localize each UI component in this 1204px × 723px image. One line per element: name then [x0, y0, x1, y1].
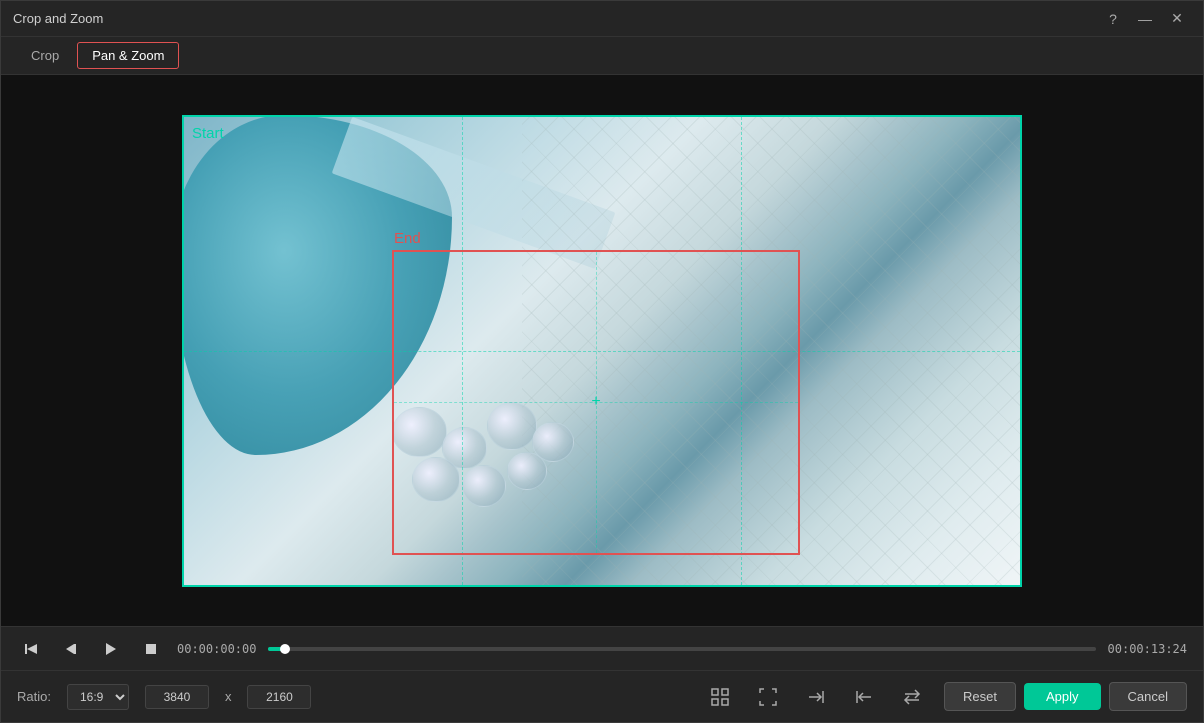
- droplet-1: [392, 407, 447, 457]
- swap-button[interactable]: [896, 681, 928, 713]
- step-back-button[interactable]: [17, 635, 45, 663]
- title-bar: Crop and Zoom ? — ✕: [1, 1, 1203, 37]
- droplet-7: [507, 452, 547, 490]
- droplets-visual: [382, 347, 682, 527]
- time-current: 00:00:00:00: [177, 642, 256, 656]
- action-buttons: Reset Apply Cancel: [944, 682, 1187, 711]
- play-button[interactable]: [97, 635, 125, 663]
- dimension-separator: x: [225, 689, 232, 704]
- video-canvas: Start End +: [182, 115, 1022, 587]
- bottom-bar: Ratio: 16:9 4:3 1:1 x: [1, 670, 1203, 722]
- height-input[interactable]: [247, 685, 311, 709]
- droplet-5: [412, 457, 460, 502]
- ratio-select[interactable]: 16:9 4:3 1:1: [67, 684, 129, 710]
- minimize-button[interactable]: —: [1131, 5, 1159, 33]
- fit-screen-button[interactable]: [704, 681, 736, 713]
- help-button[interactable]: ?: [1099, 5, 1127, 33]
- apply-button[interactable]: Apply: [1024, 683, 1101, 710]
- arrow-left-button[interactable]: [848, 681, 880, 713]
- controls-bar: 00:00:00:00 00:00:13:24: [1, 626, 1203, 670]
- droplet-3: [487, 402, 537, 450]
- width-input[interactable]: [145, 685, 209, 709]
- crop-and-zoom-window: Crop and Zoom ? — ✕ Crop Pan & Zoom: [0, 0, 1204, 723]
- stop-button[interactable]: [137, 635, 165, 663]
- fullscreen-button[interactable]: [752, 681, 784, 713]
- reset-button[interactable]: Reset: [944, 682, 1016, 711]
- tab-crop[interactable]: Crop: [17, 43, 73, 68]
- arrow-right-button[interactable]: [800, 681, 832, 713]
- cancel-button[interactable]: Cancel: [1109, 682, 1187, 711]
- title-bar-left: Crop and Zoom: [13, 11, 103, 26]
- title-bar-right: ? — ✕: [1099, 5, 1191, 33]
- progress-bar[interactable]: [268, 647, 1095, 651]
- frame-back-button[interactable]: [57, 635, 85, 663]
- window-title: Crop and Zoom: [13, 11, 103, 26]
- ratio-label: Ratio:: [17, 689, 51, 704]
- tab-pan-zoom[interactable]: Pan & Zoom: [77, 42, 179, 69]
- droplet-6: [462, 465, 506, 507]
- time-total: 00:00:13:24: [1108, 642, 1187, 656]
- progress-thumb[interactable]: [280, 644, 290, 654]
- tab-bar: Crop Pan & Zoom: [1, 37, 1203, 75]
- video-background: [182, 115, 1022, 587]
- close-button[interactable]: ✕: [1163, 5, 1191, 33]
- video-area: Start End +: [1, 75, 1203, 626]
